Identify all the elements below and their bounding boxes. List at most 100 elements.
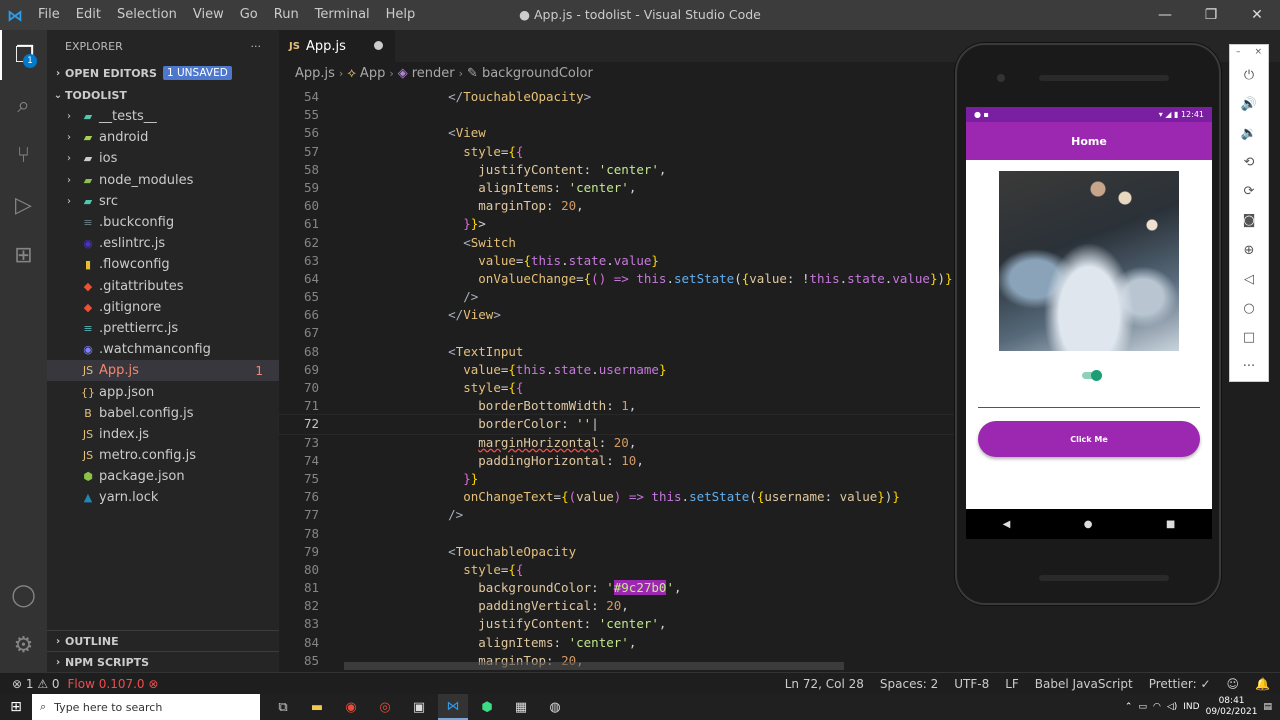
menu-edit[interactable]: Edit — [68, 0, 109, 30]
back-icon[interactable]: ◁ — [1229, 265, 1269, 294]
problems-indicator[interactable]: ⊗ 1 ⚠ 0 — [12, 677, 60, 691]
code-editor[interactable]: 54 </TouchableOpacity> 55 56 <View 57 style… — [278, 88, 980, 670]
minimize-icon[interactable]: – — [1236, 47, 1241, 59]
code-line[interactable]: 68 <TextInput — [279, 343, 979, 361]
breadcrumb-class[interactable]: App — [360, 66, 385, 81]
line-ending[interactable]: LF — [1005, 677, 1019, 691]
language-indicator[interactable]: IND — [1183, 702, 1199, 712]
more-actions-icon[interactable]: ··· — [251, 40, 262, 53]
menu-go[interactable]: Go — [232, 0, 266, 30]
language-mode[interactable]: Babel JavaScript — [1035, 677, 1133, 691]
home-icon[interactable]: ● — [1084, 519, 1093, 530]
code-line[interactable]: 57 style={{ — [279, 143, 979, 161]
tree-item[interactable]: ◉ .eslintrc.js — [47, 233, 279, 254]
code-line[interactable]: 65 /> — [279, 288, 979, 306]
tree-item[interactable]: ◆ .gitignore — [47, 297, 279, 318]
rotate-left-icon[interactable]: ⟲ — [1229, 148, 1269, 177]
tree-item[interactable]: › ▰ android — [47, 127, 279, 148]
code-line[interactable]: 62 <Switch — [279, 234, 979, 252]
tree-item[interactable]: JS App.js 1 — [47, 360, 279, 382]
tray-chevron-icon[interactable]: ⌃ — [1125, 702, 1133, 712]
code-line[interactable]: 72 borderColor: ''| — [278, 414, 980, 435]
tree-item[interactable]: {} app.json — [47, 381, 279, 402]
tree-item[interactable]: ◉ .watchmanconfig — [47, 339, 279, 360]
volume-down-icon[interactable]: 🔉 — [1229, 119, 1269, 148]
feedback-icon[interactable]: ☺ — [1227, 677, 1240, 691]
tree-item[interactable]: › ▰ src — [47, 191, 279, 212]
code-line[interactable]: 56 <View — [279, 124, 979, 142]
task-view-icon[interactable]: ⧉ — [268, 694, 298, 720]
menu-file[interactable]: File — [30, 0, 68, 30]
minimize-icon[interactable]: — — [1142, 0, 1188, 30]
code-line[interactable]: 82 paddingVertical: 20, — [279, 597, 979, 615]
cursor-position[interactable]: Ln 72, Col 28 — [785, 677, 864, 691]
code-line[interactable]: 59 alignItems: 'center', — [279, 179, 979, 197]
outline-section[interactable]: › OUTLINE — [47, 630, 279, 651]
search-icon[interactable]: ⌕ — [0, 80, 47, 130]
tree-item[interactable]: › ▰ __tests__ — [47, 106, 279, 127]
project-section[interactable]: ⌄ TODOLIST — [47, 84, 279, 106]
tree-item[interactable]: JS index.js — [47, 424, 279, 445]
zoom-icon[interactable]: ⊕ — [1229, 236, 1269, 265]
code-line[interactable]: 74 paddingHorizontal: 10, — [279, 452, 979, 470]
code-line[interactable]: 77 /> — [279, 506, 979, 524]
run-debug-icon[interactable]: ▷ — [0, 180, 47, 230]
menu-selection[interactable]: Selection — [109, 0, 185, 30]
code-line[interactable]: 78 — [279, 525, 979, 543]
accounts-icon[interactable]: ◯ — [0, 570, 47, 620]
battery-icon[interactable]: ▭ — [1138, 702, 1147, 712]
tree-item[interactable]: ▮ .flowconfig — [47, 254, 279, 275]
home-icon[interactable]: ○ — [1229, 294, 1269, 323]
power-icon[interactable]: ⏻ — [1229, 61, 1269, 90]
explorer-icon[interactable]: ❐1 — [0, 30, 47, 80]
indentation[interactable]: Spaces: 2 — [880, 677, 938, 691]
extensions-icon[interactable]: ⊞ — [0, 230, 47, 280]
code-line[interactable]: 73 marginHorizontal: 20, — [279, 434, 979, 452]
terminal-icon[interactable]: ▣ — [404, 694, 434, 720]
windows-start-icon[interactable]: ⊞ — [0, 694, 32, 720]
settings-gear-icon[interactable]: ⚙ — [0, 620, 47, 670]
tree-item[interactable]: JS metro.config.js — [47, 445, 279, 466]
code-line[interactable]: 79 <TouchableOpacity — [279, 543, 979, 561]
menu-view[interactable]: View — [185, 0, 232, 30]
menu-run[interactable]: Run — [266, 0, 307, 30]
open-editors-section[interactable]: › OPEN EDITORS 1 UNSAVED — [47, 62, 279, 84]
click-me-button[interactable]: Click Me — [978, 421, 1200, 457]
code-line[interactable]: 60 marginTop: 20, — [279, 197, 979, 215]
breadcrumb-method[interactable]: render — [412, 66, 455, 81]
screenshot-icon[interactable]: ◙ — [1229, 206, 1269, 235]
prettier-status[interactable]: Prettier: ✓ — [1149, 677, 1211, 691]
code-line[interactable]: 64 onValueChange={() => this.setState({v… — [279, 270, 979, 288]
tree-item[interactable]: ◆ .gitattributes — [47, 276, 279, 297]
volume-icon[interactable]: ◁) — [1167, 702, 1177, 712]
taskbar-clock[interactable]: 08:41 09/02/2021 — [1206, 696, 1258, 718]
tree-item[interactable]: › ▰ ios — [47, 148, 279, 169]
chrome-icon[interactable]: ◉ — [336, 694, 366, 720]
code-line[interactable]: 70 style={{ — [279, 379, 979, 397]
code-line[interactable]: 83 justifyContent: 'center', — [279, 615, 979, 633]
code-line[interactable]: 61 }}> — [279, 215, 979, 233]
breadcrumb-file[interactable]: App.js — [295, 66, 335, 81]
code-line[interactable]: 66 </View> — [279, 306, 979, 324]
restore-icon[interactable]: ❐ — [1188, 0, 1234, 30]
chrome-alt-icon[interactable]: ◎ — [370, 694, 400, 720]
breadcrumb-property[interactable]: backgroundColor — [482, 66, 593, 81]
code-line[interactable]: 84 alignItems: 'center', — [279, 634, 979, 652]
tree-item[interactable]: ≡ .prettierrc.js — [47, 318, 279, 339]
code-line[interactable]: 58 justifyContent: 'center', — [279, 161, 979, 179]
code-line[interactable]: 71 borderBottomWidth: 1, — [279, 397, 979, 415]
menu-terminal[interactable]: Terminal — [307, 0, 378, 30]
recents-icon[interactable]: ■ — [1166, 519, 1175, 530]
back-icon[interactable]: ◀ — [1003, 519, 1011, 530]
npm-scripts-section[interactable]: › NPM SCRIPTS — [47, 651, 279, 672]
menu-help[interactable]: Help — [378, 0, 424, 30]
horizontal-scrollbar[interactable] — [344, 662, 844, 670]
toggle-switch[interactable] — [1082, 370, 1102, 381]
tree-item[interactable]: Bbabel.config.js — [47, 403, 279, 424]
code-line[interactable]: 63 value={this.state.value} — [279, 252, 979, 270]
code-line[interactable]: 75 }} — [279, 470, 979, 488]
more-icon[interactable]: ··· — [1229, 352, 1269, 381]
code-line[interactable]: 54 </TouchableOpacity> — [279, 88, 979, 106]
username-input[interactable] — [978, 407, 1200, 408]
code-line[interactable]: 67 — [279, 324, 979, 342]
